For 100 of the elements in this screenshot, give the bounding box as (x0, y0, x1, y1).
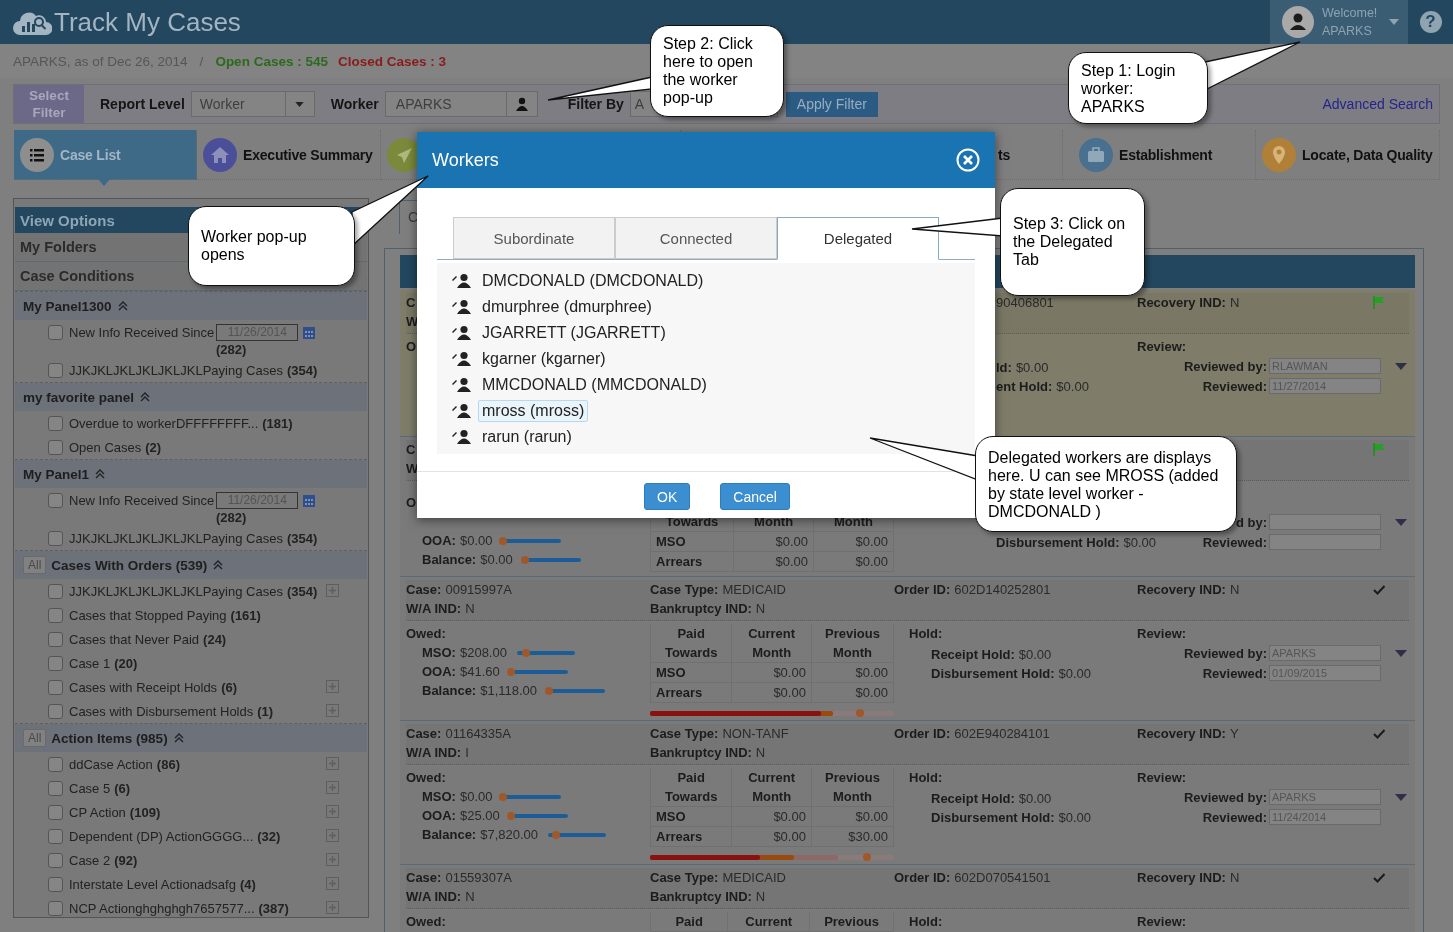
field-label: C (406, 295, 416, 310)
review-label: Reviewed by: (1183, 645, 1267, 661)
filter-count: (6) (221, 679, 237, 695)
filter-count: (354) (286, 530, 318, 546)
filter-label: JJKJKLJKLJKLJKLJKLPaying Cases (69, 583, 283, 599)
separator-text: / (199, 53, 204, 69)
field-label: Bankruptcy IND: (650, 601, 752, 616)
review-label: Reviewed by: (1183, 789, 1267, 805)
review-label: Reviewed: (1202, 665, 1267, 681)
field-value: N (1229, 295, 1240, 310)
table-cell: Arrears (650, 826, 732, 847)
hold-label: Receipt Hold: (931, 647, 1015, 662)
filter-count: (6) (114, 780, 131, 796)
filter-label: Overdue to workerDFFFFFFFF... (69, 415, 259, 431)
callout-tooltip: Step 3: Click on the Delegated Tab (1000, 188, 1145, 296)
field-value: N (755, 601, 766, 616)
filter-label: Cases that Never Paid (69, 631, 200, 647)
field-value: N (755, 889, 766, 904)
filter-count: (354) (286, 362, 318, 378)
filter-count: (282) (216, 341, 247, 358)
filter-label: ddCase Action (69, 756, 153, 772)
field-value: N (755, 745, 766, 760)
hold-value: $0.00 (1123, 535, 1157, 550)
panel-title: Cases With Orders (539) (51, 557, 208, 573)
column-header: Current (727, 912, 810, 932)
field-label: Recovery IND: (1137, 295, 1226, 310)
table-cell: $0.00 (731, 806, 812, 827)
owed-title: Owed: (406, 769, 446, 787)
review-title: Review: (1137, 625, 1187, 643)
field-value: 01164335A (445, 726, 511, 741)
amount-label: Balance: (422, 552, 477, 567)
hold-value: $0.00 (1018, 647, 1052, 662)
filter-label: CP Action (69, 804, 126, 820)
field-value: MEDICAID (722, 582, 786, 597)
hold-label: ent Hold: (996, 379, 1053, 394)
owed-title: Owed: (406, 625, 446, 643)
table-cell: $0.00 (733, 551, 814, 572)
owed-title: O (406, 338, 417, 356)
field-value: 602D070541501 (954, 870, 1051, 885)
hold-title: Hold: (909, 913, 943, 931)
field-label: Bankruptcy IND: (650, 889, 752, 904)
filter-by-label: Filter By (567, 96, 624, 112)
amount-label: OOA: (422, 808, 456, 823)
hold-value: $0.00 (1015, 360, 1049, 375)
table-cell: $0.00 (731, 682, 812, 703)
field-value: 01559307A (445, 870, 512, 885)
table-cell: $0.00 (733, 531, 814, 552)
amount-value: $25.00 (459, 808, 500, 823)
filter-count: (86) (156, 756, 180, 772)
column-header: Paid Towards (650, 624, 732, 663)
filter-label: NCP Actionghghghgh7657577... (69, 900, 255, 916)
filter-count: (20) (114, 655, 138, 671)
app-title: Track My Cases (54, 6, 241, 38)
amount-label: OOA: (422, 533, 456, 548)
field-label: Recovery IND: (1137, 726, 1226, 741)
field-value: 00915997A (445, 582, 512, 597)
field-value: 602E940284101 (954, 726, 1050, 741)
filter-label: JJKJKLJKLJKLJKLJKLPaying Cases (69, 530, 283, 546)
hold-label: Receipt Hold: (931, 791, 1015, 806)
table-cell: MSO (650, 662, 732, 683)
amount-label: MSO: (422, 789, 456, 804)
amount-value: $0.00 (459, 789, 493, 804)
field-label: Case Type: (650, 870, 719, 885)
table-cell: $0.00 (811, 662, 894, 683)
review-title: Review: (1137, 769, 1187, 787)
amount-value: $0.00 (480, 552, 513, 567)
amount-label: OOA: (422, 664, 456, 679)
amount-value: $208.00 (459, 645, 507, 660)
field-label: W/A IND: (406, 601, 462, 616)
amount-label: Balance: (422, 683, 477, 698)
filter-count: (354) (286, 583, 318, 599)
hold-label: Disbursement Hold: (996, 535, 1120, 550)
amount-label: Balance: (422, 827, 477, 842)
filter-count: (92) (114, 852, 138, 868)
filter-count: (32) (257, 828, 281, 844)
hold-title: Hold: (909, 625, 943, 643)
table-cell: $0.00 (731, 826, 812, 847)
field-value: 90406801 (996, 295, 1054, 310)
open-cases-count: Open Cases : 545 (215, 53, 328, 69)
filter-label: JJKJKLJKLJKLJKLJKLPaying Cases (69, 362, 283, 378)
filter-count: (1) (257, 703, 274, 719)
field-label: C (406, 442, 416, 457)
field-label: Case: (406, 870, 442, 885)
field-label: Order ID: (894, 582, 951, 597)
review-label: Reviewed: (1202, 809, 1267, 825)
filter-label: Case 5 (69, 780, 111, 796)
review-title: Review: (1137, 913, 1187, 931)
hold-label: Disbursement Hold: (931, 810, 1055, 825)
filter-count: (109) (129, 804, 161, 820)
panel-title: my favorite panel (23, 389, 135, 405)
field-label: Recovery IND: (1137, 870, 1226, 885)
filter-label: Cases that Stopped Paying (69, 607, 227, 623)
filter-label: Cases with Receipt Holds (69, 679, 218, 695)
worker-label: Worker (330, 96, 379, 112)
review-label: Reviewed by: (1183, 358, 1267, 374)
callout-tooltip: Delegated workers are displays here. U can see MROSS (added by state level worker - DMCDONALD ) (975, 436, 1237, 532)
table-cell: $30.00 (811, 826, 894, 847)
closed-cases-count: Closed Cases : 3 (337, 53, 446, 69)
table-cell: MSO (650, 806, 732, 827)
filter-label: Cases with Disbursement Holds (69, 703, 254, 719)
